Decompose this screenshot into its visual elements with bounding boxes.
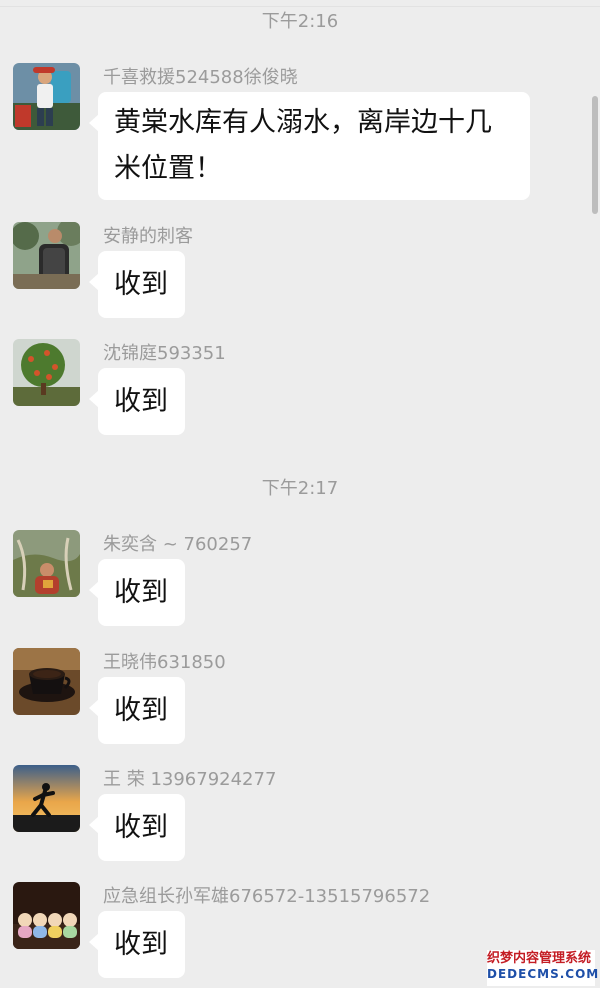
chat-thread: 下午2:16 千喜救援524588徐俊晓 黄棠水库有人溺水，离岸边十几 米位置！ (0, 0, 600, 988)
sender-name: 王晓伟631850 (103, 652, 226, 673)
person-backpack-icon (13, 222, 80, 289)
avatar[interactable] (13, 222, 80, 289)
avatar[interactable] (13, 63, 80, 130)
sender-name: 王 荣 13967924277 (103, 769, 277, 790)
sender-name: 朱奕含 ~ 760257 (103, 534, 253, 555)
runner-sunset-icon (13, 765, 80, 832)
avatar[interactable] (13, 530, 80, 597)
message-bubble[interactable]: 收到 (89, 251, 185, 318)
sender-name: 应急组长孙军雄676572-13515796572 (103, 886, 431, 907)
message-bubble[interactable]: 收到 (89, 794, 185, 861)
avatar[interactable] (13, 765, 80, 832)
avatar[interactable] (13, 882, 80, 949)
coffee-cup-icon (13, 648, 80, 715)
message-bubble[interactable]: 黄棠水库有人溺水，离岸边十几 米位置！ (89, 92, 530, 200)
sender-name: 安静的刺客 (103, 226, 193, 247)
sender-name: 千喜救援524588徐俊晓 (103, 67, 298, 88)
sender-name: 沈锦庭593351 (103, 343, 226, 364)
timestamp: 下午2:16 (261, 11, 339, 32)
message-bubble[interactable]: 收到 (89, 368, 185, 435)
scrollbar[interactable] (592, 96, 598, 214)
message-text-line: 米位置！ (114, 153, 222, 184)
watermark: 织梦内容管理系统 DEDECMS.COM (487, 950, 600, 986)
fruit-tree-icon (13, 339, 80, 406)
timestamp: 下午2:17 (261, 478, 339, 499)
watermark-cn: 织梦内容管理系统 (487, 951, 592, 966)
hiker-backpack-icon (13, 63, 80, 130)
message-bubble[interactable]: 收到 (89, 677, 185, 744)
message-text-line: 黄棠水库有人溺水，离岸边十几 (114, 107, 492, 138)
message-bubble[interactable]: 收到 (89, 911, 185, 978)
avatar[interactable] (13, 339, 80, 406)
avatar[interactable] (13, 648, 80, 715)
message-bubble[interactable]: 收到 (89, 559, 185, 626)
person-field-icon (13, 530, 80, 597)
monk-figurines-icon (13, 882, 80, 949)
watermark-en: DEDECMS.COM (487, 967, 600, 981)
